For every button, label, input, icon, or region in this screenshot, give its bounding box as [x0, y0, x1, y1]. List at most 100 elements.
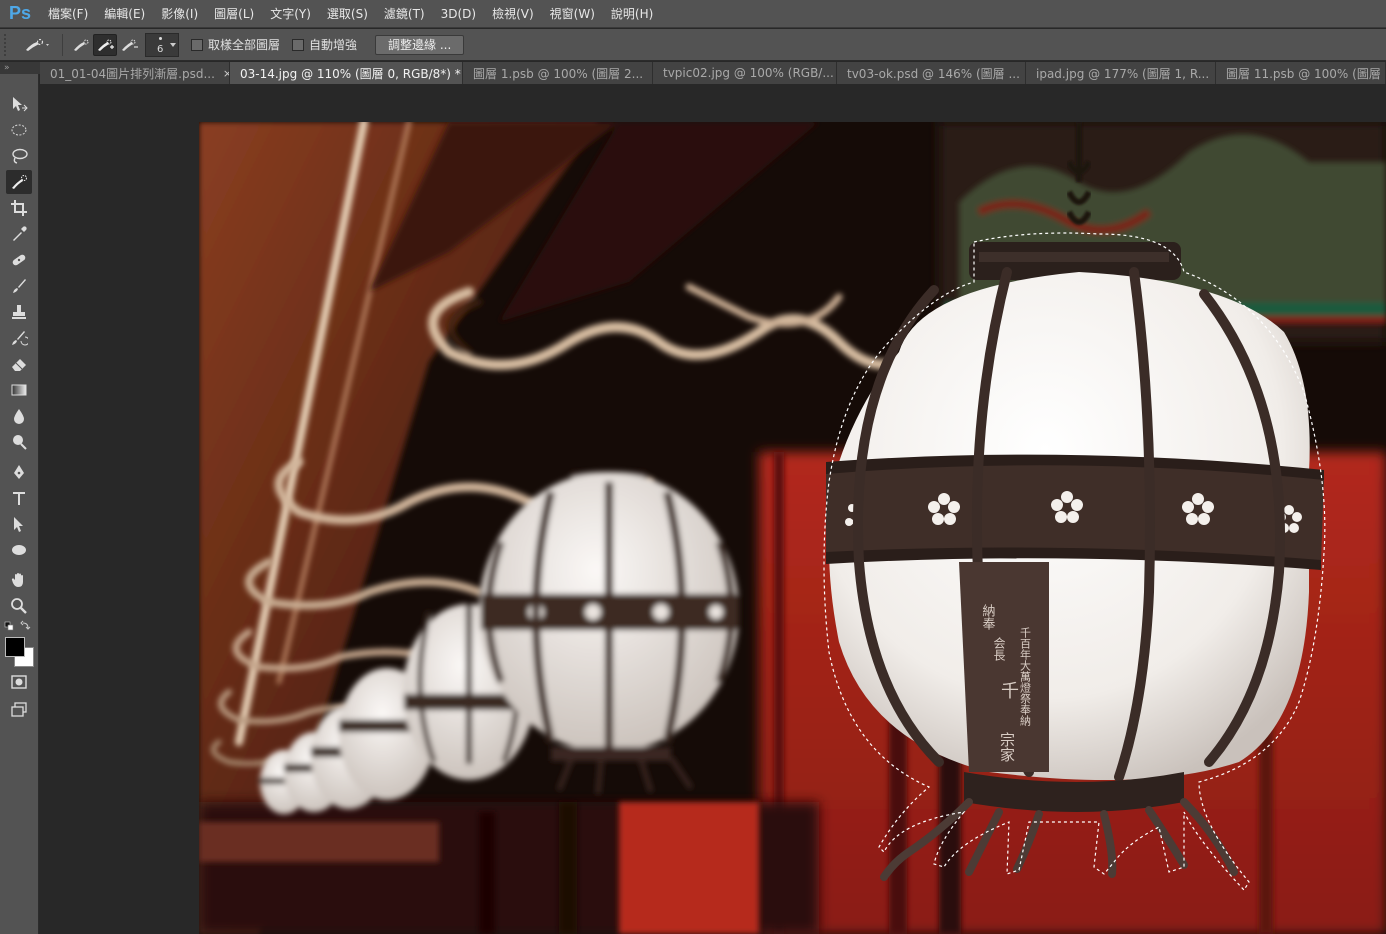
add-selection-brush-icon	[98, 39, 114, 51]
lasso-icon	[12, 148, 28, 164]
healing-brush-icon	[12, 254, 26, 266]
options-bar: 6 取樣全部圖層 自動增強 調整邊緣 ...	[0, 29, 1386, 61]
menu-view[interactable]: 檢視(V)	[484, 0, 542, 28]
sample-all-layers-label: 取樣全部圖層	[208, 38, 281, 52]
auto-enhance-label: 自動增強	[309, 38, 358, 52]
menu-file[interactable]: 檔案(F)	[40, 0, 96, 28]
checkbox-box[interactable]	[292, 38, 305, 51]
quick-selection-tool[interactable]	[6, 170, 32, 194]
hand-icon	[11, 573, 23, 587]
tab-label: 圖層 1.psb @ 100% (圖層 2...	[473, 66, 644, 81]
quick-mask-icon	[11, 675, 27, 689]
menu-3d[interactable]: 3D(D)	[433, 0, 484, 28]
close-icon[interactable]: ×	[223, 67, 229, 80]
photoshop-logo: Ps	[8, 3, 32, 23]
hand-tool[interactable]	[6, 568, 32, 592]
checkbox-box[interactable]	[191, 38, 203, 51]
crop-icon	[11, 200, 27, 216]
pen-icon	[14, 465, 24, 479]
foreground-color-swatch[interactable]	[5, 637, 25, 657]
plaque-text: 千	[1001, 681, 1019, 702]
menu-filter[interactable]: 濾鏡(T)	[376, 0, 433, 28]
document-tab[interactable]: 圖層 1.psb @ 100% (圖層 2...×	[463, 62, 653, 84]
new-selection-mode-button[interactable]	[69, 34, 93, 56]
options-bar-grip[interactable]	[4, 33, 14, 56]
add-to-selection-mode-button[interactable]	[93, 33, 117, 56]
document-canvas[interactable]: 納奉 会長 千百年大萬燈祭奉納 千 宗家	[199, 122, 1386, 934]
subtract-selection-brush-icon	[122, 39, 138, 51]
document-tab[interactable]: 01_01-04圖片排列漸層.psd... ×	[40, 62, 230, 84]
menu-edit[interactable]: 編輯(E)	[96, 0, 153, 28]
menu-help[interactable]: 說明(H)	[603, 0, 661, 28]
brush-tool[interactable]	[6, 274, 32, 298]
dodge-tool[interactable]	[6, 430, 32, 454]
document-tab[interactable]: ipad.jpg @ 177% (圖層 1, R...×	[1026, 62, 1216, 84]
elliptical-marquee-tool[interactable]	[6, 118, 32, 142]
document-tab[interactable]: tvpic02.jpg @ 100% (RGB/...×	[653, 62, 837, 84]
crop-tool[interactable]	[6, 196, 32, 220]
quick-selection-preset-icon	[26, 38, 49, 51]
lasso-tool[interactable]	[6, 144, 32, 168]
dodge-icon	[13, 435, 27, 450]
new-selection-brush-icon	[74, 39, 89, 51]
default-colors-icon[interactable]	[4, 620, 34, 632]
clone-stamp-icon	[12, 305, 26, 319]
eyedropper-icon	[13, 226, 27, 241]
brush-icon	[13, 279, 26, 293]
screen-mode-icon	[11, 702, 27, 717]
eraser-tool[interactable]	[6, 352, 32, 376]
history-brush-icon	[12, 331, 28, 346]
gradient-tool[interactable]	[6, 378, 32, 402]
tab-label: tvpic02.jpg @ 100% (RGB/...	[663, 66, 834, 80]
document-tab-bar: 01_01-04圖片排列漸層.psd... × 03-14.jpg @ 110% …	[40, 62, 1386, 84]
document-tab[interactable]: 圖層 11.psb @ 100% (圖層 ...	[1216, 62, 1386, 84]
healing-brush-tool[interactable]	[6, 248, 32, 272]
ellipse-shape-icon	[12, 545, 26, 555]
path-selection-tool[interactable]	[6, 512, 32, 536]
plaque-text: 宗家	[998, 731, 1016, 762]
type-tool[interactable]	[6, 486, 32, 510]
ellipse-shape-tool[interactable]	[6, 538, 32, 562]
menu-type[interactable]: 文字(Y)	[262, 0, 319, 28]
pen-tool[interactable]	[6, 460, 32, 484]
eyedropper-tool[interactable]	[6, 222, 32, 246]
gradient-icon	[11, 384, 27, 396]
move-tool[interactable]	[6, 92, 32, 116]
plaque-text: 納奉	[980, 604, 996, 630]
blur-tool[interactable]	[6, 404, 32, 428]
zoom-tool[interactable]	[6, 594, 32, 618]
menu-image[interactable]: 影像(I)	[153, 0, 206, 28]
tab-label: 01_01-04圖片排列漸層.psd...	[50, 66, 215, 81]
panel-collapse-toggle[interactable]: »	[0, 62, 40, 74]
menu-layer[interactable]: 圖層(L)	[206, 0, 262, 28]
brush-size-value: 6	[157, 43, 164, 55]
sample-all-layers-checkbox[interactable]: 取樣全部圖層	[191, 36, 280, 53]
quick-selection-icon	[12, 175, 27, 189]
options-separator	[62, 33, 63, 56]
brush-size-picker[interactable]: 6	[145, 32, 179, 57]
auto-enhance-checkbox[interactable]: 自動增強	[292, 36, 357, 53]
refine-edge-button[interactable]: 調整邊緣 ...	[375, 34, 465, 55]
history-brush-tool[interactable]	[6, 326, 32, 350]
plaque-text: 会長	[992, 637, 1006, 661]
elliptical-marquee-icon	[11, 124, 27, 136]
tab-label: 03-14.jpg @ 110% (圖層 0, RGB/8*) *	[240, 66, 461, 81]
screen-mode-toggle[interactable]	[6, 697, 32, 721]
menu-bar: Ps 檔案(F) 編輯(E) 影像(I) 圖層(L) 文字(Y) 選取(S) 濾…	[0, 0, 1386, 28]
clone-stamp-tool[interactable]	[6, 300, 32, 324]
document-tab-active[interactable]: 03-14.jpg @ 110% (圖層 0, RGB/8*) *×	[230, 62, 463, 84]
menu-select[interactable]: 選取(S)	[319, 0, 376, 28]
menu-window[interactable]: 視窗(W)	[542, 0, 603, 28]
move-icon	[13, 97, 28, 112]
path-selection-icon	[14, 517, 23, 532]
document-tab[interactable]: tv03-ok.psd @ 146% (圖層 ...×	[837, 62, 1026, 84]
eraser-icon	[12, 359, 26, 371]
tab-label: ipad.jpg @ 177% (圖層 1, R...	[1036, 66, 1210, 81]
zoom-icon	[11, 598, 27, 614]
blur-icon	[14, 409, 24, 424]
tools-panel	[0, 74, 39, 934]
brush-tip-preview-icon	[159, 36, 162, 40]
subtract-from-selection-mode-button[interactable]	[117, 34, 141, 56]
quick-mask-toggle[interactable]	[6, 670, 32, 694]
tool-preset-picker[interactable]	[20, 33, 56, 57]
